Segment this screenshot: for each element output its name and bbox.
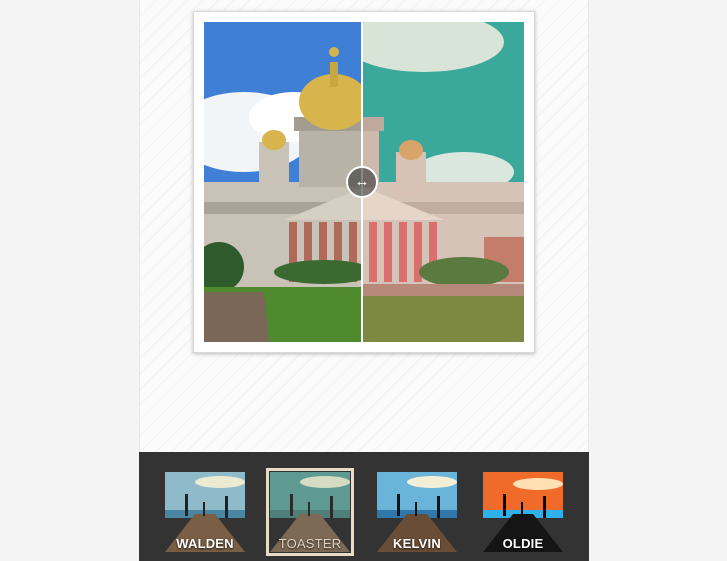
photo-preview-frame: ↔ — [193, 11, 535, 353]
filter-label: WALDEN — [176, 536, 234, 551]
filter-label: TOASTER — [278, 536, 342, 551]
filter-oldie[interactable]: OLDIE — [483, 472, 563, 552]
filter-label: OLDIE — [502, 536, 544, 551]
filter-label: KELVIN — [393, 536, 441, 551]
filter-strip: WALDEN TOASTER KELVIN OLDIE — [139, 452, 589, 561]
filter-walden[interactable]: WALDEN — [165, 472, 245, 552]
compare-slider-handle[interactable]: ↔ — [346, 166, 378, 198]
filter-toaster[interactable]: TOASTER — [266, 468, 354, 556]
double-arrow-horizontal-icon: ↔ — [354, 173, 370, 190]
photo-preview[interactable]: ↔ — [204, 22, 524, 342]
filter-kelvin[interactable]: KELVIN — [377, 472, 457, 552]
